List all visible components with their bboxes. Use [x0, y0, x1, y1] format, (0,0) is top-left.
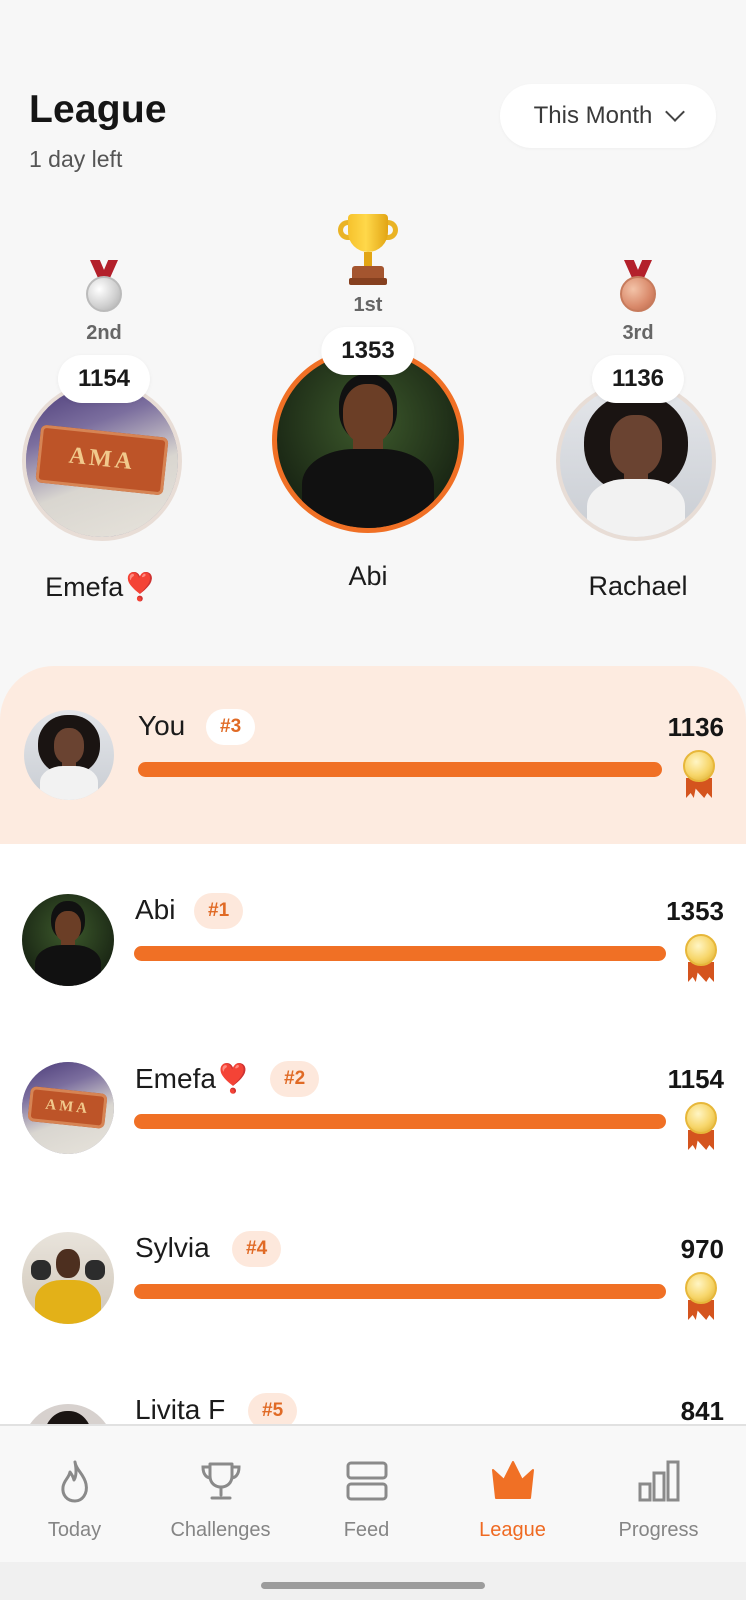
podium-rank: 2nd	[86, 322, 122, 344]
leaderboard-row-you[interactable]: You #3 1136	[0, 700, 746, 820]
row-name: You	[138, 710, 186, 741]
award-icon	[682, 1272, 720, 1322]
tab-label: Today	[47, 1519, 102, 1541]
avatar	[24, 710, 114, 800]
rank-badge: #1	[194, 893, 244, 929]
row-name: Abi	[135, 894, 176, 925]
podium-first[interactable]: 1st 1353 Abi	[272, 212, 464, 592]
tab-label: League	[479, 1519, 546, 1541]
tab-challenges[interactable]: Challenges	[146, 1426, 295, 1564]
avatar	[22, 1404, 114, 1424]
silver-medal-icon	[84, 260, 124, 316]
progress-bar	[138, 762, 662, 777]
trophy-icon	[336, 212, 400, 288]
rank-badge: #2	[270, 1061, 320, 1097]
progress-bar	[134, 1284, 666, 1299]
avatar	[22, 1232, 114, 1324]
award-icon	[682, 934, 720, 984]
leaderboard-row[interactable]: Abi #1 1353	[0, 884, 746, 1004]
award-icon	[682, 1102, 720, 1152]
podium-score: 1353	[321, 327, 415, 375]
bottom-tab-bar: Today Challenges Feed League Progress	[0, 1424, 746, 1562]
trophy-icon	[200, 1462, 241, 1500]
podium-score: 1154	[57, 355, 151, 403]
tab-league[interactable]: League	[438, 1426, 587, 1564]
tab-progress[interactable]: Progress	[584, 1426, 733, 1564]
tab-feed[interactable]: Feed	[292, 1426, 441, 1564]
row-name: Emefa❣️	[135, 1063, 251, 1094]
progress-bar	[134, 946, 666, 961]
row-score: 1136	[667, 712, 724, 742]
bronze-medal-icon	[618, 260, 658, 316]
avatar	[22, 894, 114, 986]
podium-name: Abi	[348, 561, 388, 591]
tab-label: Progress	[618, 1519, 699, 1541]
podium-name: Emefa❣️	[45, 572, 157, 602]
avatar	[556, 381, 716, 541]
row-name: Livita F	[135, 1394, 226, 1424]
page-header: League 1 day left	[29, 88, 167, 173]
row-name: Sylvia	[135, 1232, 210, 1263]
leaderboard-row[interactable]: Livita F #5 841	[0, 1386, 746, 1424]
podium-second[interactable]: 2nd 1154 AMA Emefa❣️	[22, 260, 186, 603]
rank-badge: #3	[206, 709, 256, 745]
award-icon	[680, 750, 718, 800]
row-score: 1353	[666, 896, 724, 926]
podium-name: Rachael	[588, 571, 688, 601]
tab-label: Feed	[343, 1519, 390, 1541]
leaderboard-row[interactable]: Sylvia #4 970	[0, 1222, 746, 1342]
avatar-plate-text: AMA	[27, 1085, 109, 1129]
rank-badge: #5	[248, 1393, 298, 1424]
progress-bar	[134, 1114, 666, 1129]
row-score: 841	[680, 1396, 724, 1424]
avatar-plate-text: AMA	[35, 424, 169, 495]
time-left: 1 day left	[29, 146, 123, 172]
page-title: League	[29, 88, 167, 131]
rank-badge: #4	[232, 1231, 282, 1267]
flame-icon	[60, 1460, 88, 1503]
feed-icon	[346, 1461, 387, 1501]
home-indicator[interactable]	[261, 1582, 485, 1589]
tab-label: Challenges	[170, 1519, 271, 1541]
system-nav-area	[0, 1562, 746, 1600]
crown-icon	[491, 1461, 534, 1499]
podium-third[interactable]: 3rd 1136 Rachael	[556, 260, 720, 602]
podium-rank: 3rd	[622, 322, 654, 344]
row-score: 1154	[667, 1064, 724, 1094]
row-score: 970	[680, 1234, 724, 1264]
podium-rank: 1st	[353, 294, 383, 316]
avatar: AMA	[22, 1062, 114, 1154]
period-label: This Month	[533, 102, 653, 129]
chevron-down-icon	[665, 102, 686, 122]
bar-chart-icon	[638, 1460, 679, 1502]
avatar: AMA	[22, 381, 182, 541]
leaderboard-row[interactable]: AMA Emefa❣️ #2 1154	[0, 1052, 746, 1172]
tab-today[interactable]: Today	[0, 1426, 149, 1564]
podium-score: 1136	[591, 355, 685, 403]
period-dropdown[interactable]: This Month	[500, 84, 716, 148]
